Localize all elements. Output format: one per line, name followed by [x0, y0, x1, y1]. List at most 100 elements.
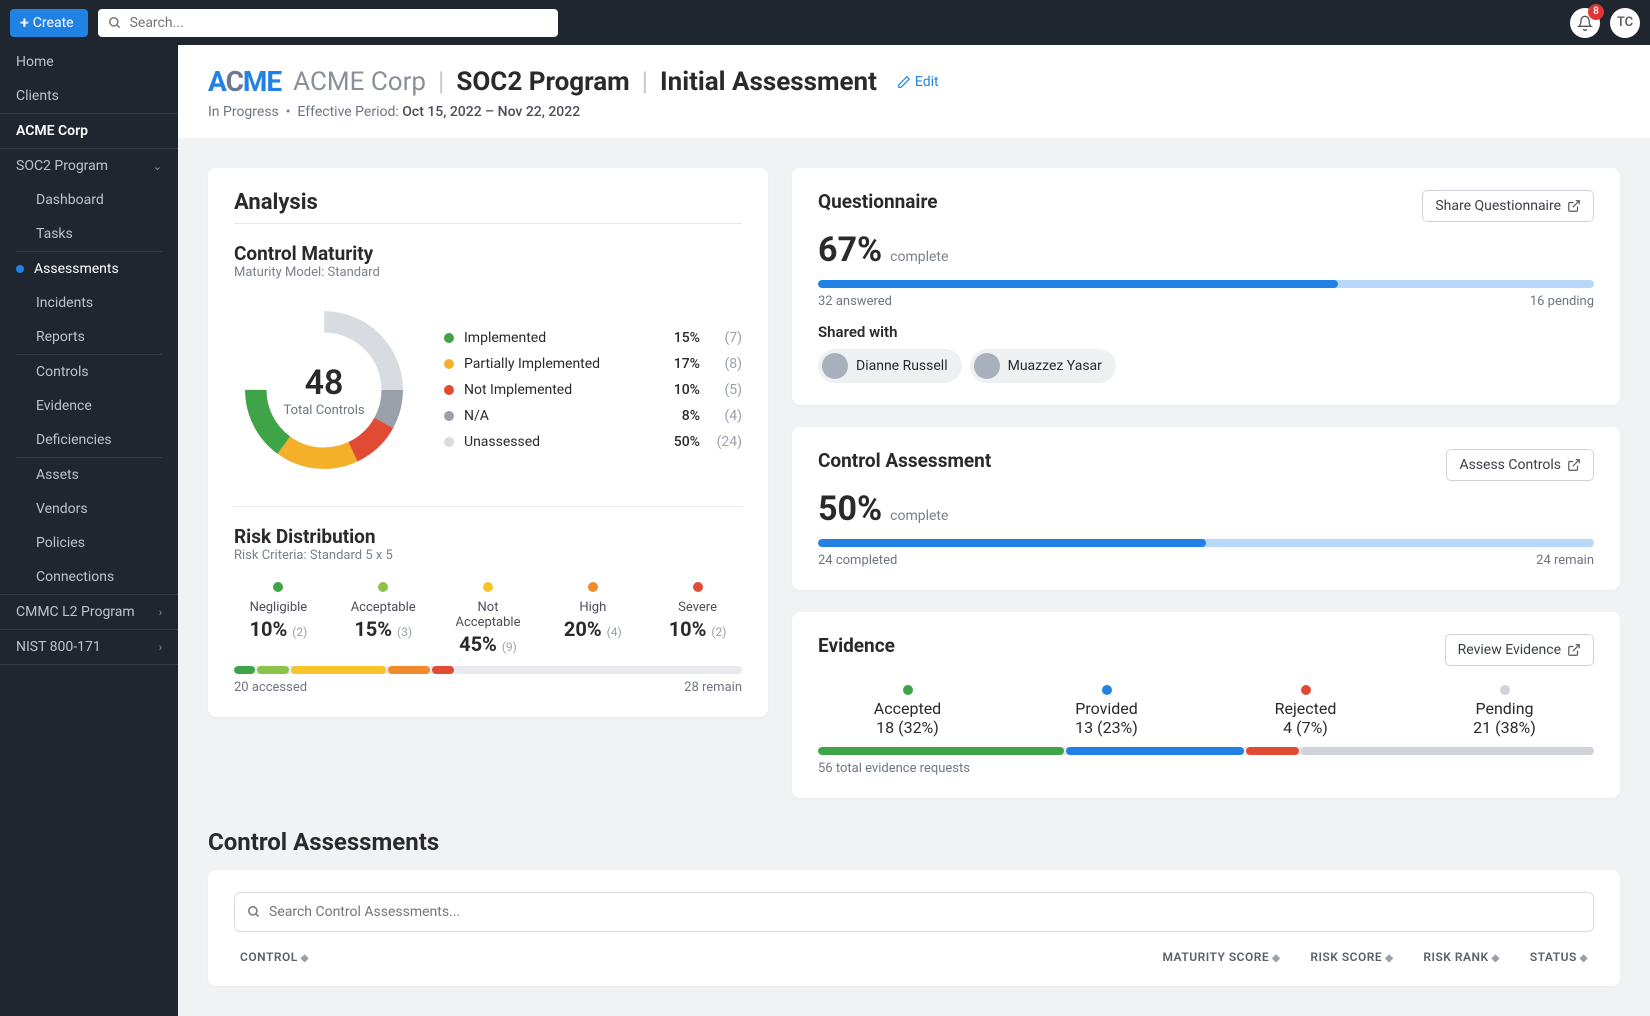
page-header: ACME ACME Corp | SOC2 Program | Initial …: [178, 45, 1650, 138]
page-title: Initial Assessment: [660, 67, 877, 97]
legend-item: Not Implemented10%(5): [444, 377, 742, 403]
evidence-card: Evidence Review Evidence Accepted18 (32%…: [792, 612, 1620, 798]
risk-cell: Severe10% (2): [653, 577, 742, 656]
sort-icon: ◆: [1385, 953, 1393, 964]
legend-item: Implemented15%(7): [444, 325, 742, 351]
chevron-right-icon: ›: [159, 606, 162, 619]
sort-icon: ◆: [1580, 953, 1588, 964]
share-questionnaire-button[interactable]: Share Questionnaire: [1422, 190, 1594, 222]
nav-program-cmmc[interactable]: CMMC L2 Program›: [0, 595, 178, 629]
user-avatar[interactable]: TC: [1610, 8, 1640, 38]
questionnaire-card: Questionnaire Share Questionnaire 67% co…: [792, 168, 1620, 405]
topbar: + Create 8 TC: [0, 0, 1650, 45]
sidebar: Home Clients ACME Corp SOC2 Program⌄ Das…: [0, 45, 178, 1016]
status-badge: In Progress: [208, 104, 279, 120]
sort-icon: ◆: [1272, 953, 1280, 964]
col-status[interactable]: STATUS: [1530, 950, 1577, 964]
risk-title: Risk Distribution: [234, 525, 742, 548]
chevron-right-icon: ›: [159, 641, 162, 654]
evidence-cell: Pending21 (38%): [1415, 680, 1594, 737]
legend-item: Unassessed50%(24): [444, 429, 742, 455]
breadcrumb-program[interactable]: SOC2 Program: [456, 67, 629, 97]
avatar: [974, 353, 1000, 379]
shared-person[interactable]: Dianne Russell: [818, 349, 962, 383]
assessment-progress: [818, 539, 1594, 547]
questionnaire-progress: [818, 280, 1594, 288]
evidence-bar: [818, 747, 1594, 755]
search-icon: [247, 905, 261, 919]
table-search[interactable]: [234, 892, 1594, 932]
nav-assets[interactable]: Assets: [0, 458, 178, 492]
evidence-cell: Provided13 (23%): [1017, 680, 1196, 737]
pencil-icon: [897, 75, 911, 89]
col-maturity-score[interactable]: MATURITY SCORE: [1162, 950, 1269, 964]
shared-person[interactable]: Muazzez Yasar: [970, 349, 1116, 383]
risk-bar: [234, 666, 742, 674]
nav-program-soc2[interactable]: SOC2 Program⌄: [0, 149, 178, 183]
avatar: [822, 353, 848, 379]
external-link-icon: [1567, 643, 1581, 657]
nav-assessments[interactable]: Assessments: [0, 252, 178, 286]
effective-period: Oct 15, 2022 – Nov 22, 2022: [402, 104, 580, 120]
risk-cell: Not Acceptable45% (9): [444, 577, 533, 656]
create-label: Create: [33, 15, 74, 31]
table-search-input[interactable]: [269, 904, 1581, 920]
maturity-title: Control Maturity: [234, 242, 742, 265]
control-assessment-card: Control Assessment Assess Controls 50% c…: [792, 427, 1620, 590]
legend-item: N/A8%(4): [444, 403, 742, 429]
col-control[interactable]: CONTROL: [240, 950, 298, 964]
nav-home[interactable]: Home: [0, 45, 178, 79]
legend-item: Partially Implemented17%(8): [444, 351, 742, 377]
total-controls-value: 48: [305, 363, 344, 403]
evidence-breakdown: Accepted18 (32%) Provided13 (23%) Rejected…: [818, 680, 1594, 737]
main-content: ACME ACME Corp | SOC2 Program | Initial …: [178, 45, 1650, 1016]
nav-policies[interactable]: Policies: [0, 526, 178, 560]
control-assessments-title: Control Assessments: [208, 828, 1620, 856]
sort-icon: ◆: [301, 953, 309, 964]
external-link-icon: [1567, 199, 1581, 213]
notifications-button[interactable]: 8: [1570, 8, 1600, 38]
nav-vendors[interactable]: Vendors: [0, 492, 178, 526]
nav-incidents[interactable]: Incidents: [0, 286, 178, 320]
nav-dashboard[interactable]: Dashboard: [0, 183, 178, 217]
sort-icon: ◆: [1492, 953, 1500, 964]
nav-program-nist[interactable]: NIST 800-171›: [0, 630, 178, 664]
chevron-down-icon: ⌄: [153, 160, 162, 173]
nav-org[interactable]: ACME Corp: [0, 114, 178, 148]
active-dot-icon: [16, 265, 24, 273]
edit-button[interactable]: Edit: [897, 74, 939, 90]
external-link-icon: [1567, 458, 1581, 472]
review-evidence-button[interactable]: Review Evidence: [1445, 634, 1594, 666]
risk-cell: Acceptable15% (3): [339, 577, 428, 656]
evidence-cell: Rejected4 (7%): [1216, 680, 1395, 737]
maturity-legend: Implemented15%(7)Partially Implemented17…: [444, 325, 742, 455]
analysis-card: Analysis Control Maturity Maturity Model…: [208, 168, 768, 717]
nav-evidence[interactable]: Evidence: [0, 389, 178, 423]
global-search[interactable]: [98, 9, 558, 37]
breadcrumb-org[interactable]: ACME Corp: [293, 67, 426, 97]
search-input[interactable]: [130, 15, 548, 31]
evidence-cell: Accepted18 (32%): [818, 680, 997, 737]
create-button[interactable]: + Create: [10, 9, 88, 37]
questionnaire-pct: 67%: [818, 230, 882, 270]
plus-icon: +: [20, 13, 29, 32]
maturity-donut-chart: 48 Total Controls: [234, 300, 414, 480]
col-risk-rank[interactable]: RISK RANK: [1423, 950, 1488, 964]
risk-cell: High20% (4): [548, 577, 637, 656]
search-icon: [108, 16, 122, 30]
col-risk-score[interactable]: RISK SCORE: [1310, 950, 1382, 964]
risk-distribution: Negligible10% (2)Acceptable15% (3)Not Ac…: [234, 577, 742, 656]
nav-tasks[interactable]: Tasks: [0, 217, 178, 251]
notification-badge: 8: [1588, 4, 1604, 20]
assess-controls-button[interactable]: Assess Controls: [1446, 449, 1594, 481]
assessment-pct: 50%: [818, 489, 882, 529]
nav-clients[interactable]: Clients: [0, 79, 178, 113]
nav-controls[interactable]: Controls: [0, 355, 178, 389]
nav-deficiencies[interactable]: Deficiencies: [0, 423, 178, 457]
org-logo: ACME: [208, 65, 281, 98]
control-assessments-card: CONTROL◆ MATURITY SCORE◆ RISK SCORE◆ RIS…: [208, 870, 1620, 986]
risk-cell: Negligible10% (2): [234, 577, 323, 656]
nav-connections[interactable]: Connections: [0, 560, 178, 594]
analysis-title: Analysis: [234, 190, 742, 215]
nav-reports[interactable]: Reports: [0, 320, 178, 354]
